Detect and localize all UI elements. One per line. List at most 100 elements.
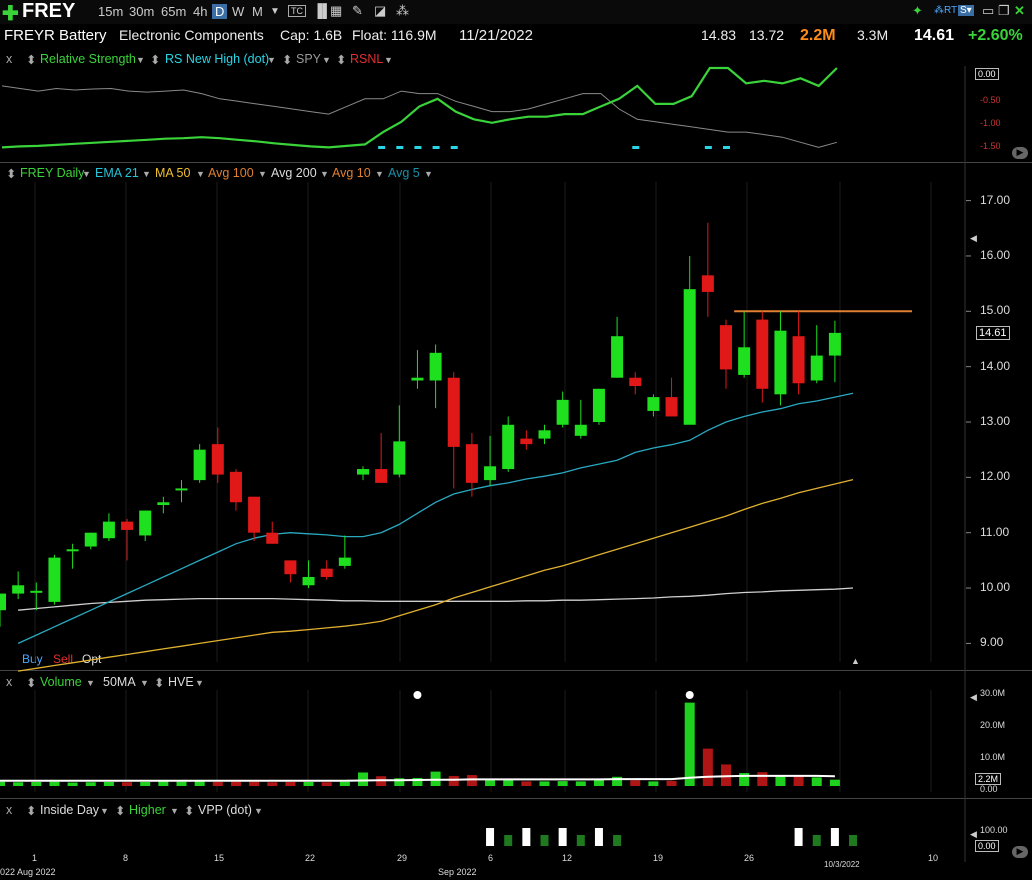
volume-bar <box>230 781 241 786</box>
candle-body <box>0 593 6 611</box>
candle-body <box>84 532 97 547</box>
volume-bar <box>575 781 586 786</box>
candle-body <box>556 399 569 425</box>
inside-day-bar <box>522 828 531 846</box>
volume-bar <box>176 781 187 786</box>
higher-bar <box>504 835 513 846</box>
volume-bar <box>158 781 169 786</box>
volume-bar <box>285 781 296 786</box>
spy-line <box>1 85 838 148</box>
volume-bar <box>49 781 60 786</box>
volume-bar <box>811 777 822 786</box>
candle-body <box>647 397 660 411</box>
candle-body <box>157 502 170 506</box>
volume-bar <box>648 781 659 786</box>
inside-day-bar <box>794 828 803 846</box>
candle-body <box>665 397 678 417</box>
volume-bar <box>448 775 459 786</box>
higher-bar <box>613 835 622 846</box>
higher-bar <box>576 835 585 846</box>
candle-body <box>774 330 787 395</box>
candle-body <box>592 388 605 422</box>
volume-bar <box>539 781 550 786</box>
candle-body <box>683 289 696 425</box>
candle-body <box>447 377 460 447</box>
candle-body <box>320 568 333 577</box>
volume-bar <box>666 780 677 786</box>
higher-bar <box>812 835 821 846</box>
volume-bar <box>140 781 151 786</box>
candle-body <box>792 336 805 384</box>
candle-body <box>102 521 115 539</box>
volume-bar <box>103 781 114 786</box>
candle-body <box>465 444 478 483</box>
candle-body <box>284 560 297 575</box>
candle-body <box>828 332 841 356</box>
volume-bar <box>684 702 695 786</box>
inside-day-bar <box>486 828 495 846</box>
volume-bar <box>466 775 477 786</box>
higher-bar <box>540 835 549 846</box>
hve-dot <box>413 691 422 699</box>
candle-body <box>701 275 714 292</box>
hve-dot <box>685 691 694 699</box>
candle-body <box>139 510 152 536</box>
volume-bar <box>303 781 314 786</box>
candle-body <box>357 469 369 475</box>
volume-bar <box>212 781 223 786</box>
volume-bar <box>267 782 278 786</box>
candle-body <box>302 576 315 586</box>
volume-bar <box>521 781 532 786</box>
candle-body <box>411 377 424 381</box>
candle-body <box>211 444 224 475</box>
volume-bar <box>67 782 78 786</box>
candle-body <box>429 352 442 381</box>
volume-bar <box>31 781 42 786</box>
candle-body <box>12 585 25 594</box>
candle-body <box>266 532 279 544</box>
candle-body <box>720 325 732 370</box>
rs-new-high-dot <box>632 146 640 149</box>
candle-body <box>502 424 515 470</box>
candle-body <box>248 496 261 533</box>
ma200-line <box>18 587 854 611</box>
volume-bar <box>630 780 641 786</box>
volume-bar <box>702 748 713 786</box>
volume-bar <box>339 781 350 786</box>
candle-body <box>48 557 61 602</box>
candle-body <box>393 441 406 475</box>
inside-day-bar <box>594 828 603 846</box>
volume-bar <box>829 779 840 786</box>
candle-body <box>338 557 351 566</box>
chart-canvas[interactable] <box>0 0 1032 880</box>
candle-body <box>375 469 388 483</box>
candle-body <box>629 377 642 387</box>
candle-body <box>538 430 551 439</box>
inside-day-bar <box>558 828 567 846</box>
higher-bar <box>849 835 858 846</box>
candle-body <box>193 449 206 481</box>
candle-body <box>520 438 533 445</box>
candle-body <box>121 521 134 530</box>
volume-bar <box>0 781 5 786</box>
volume-bar <box>13 782 24 786</box>
candle-body <box>756 319 769 389</box>
volume-bar <box>757 772 768 786</box>
rs-new-high-dot <box>450 146 458 149</box>
volume-bar <box>793 776 804 786</box>
rs-new-high-dot <box>378 146 386 149</box>
volume-bar <box>321 782 332 786</box>
relative-strength-line <box>1 66 838 149</box>
candle-body <box>66 549 79 552</box>
rs-new-high-dot <box>704 146 712 149</box>
candle-body <box>611 336 624 378</box>
volume-bar <box>593 779 604 786</box>
volume-bar <box>122 782 133 786</box>
rs-new-high-dot <box>414 146 422 149</box>
candle-body <box>810 355 823 381</box>
candle-body <box>574 424 587 436</box>
rs-new-high-dot <box>432 146 440 149</box>
candle-body <box>738 347 751 375</box>
volume-bar <box>249 781 260 786</box>
rs-new-high-dot <box>723 146 730 149</box>
